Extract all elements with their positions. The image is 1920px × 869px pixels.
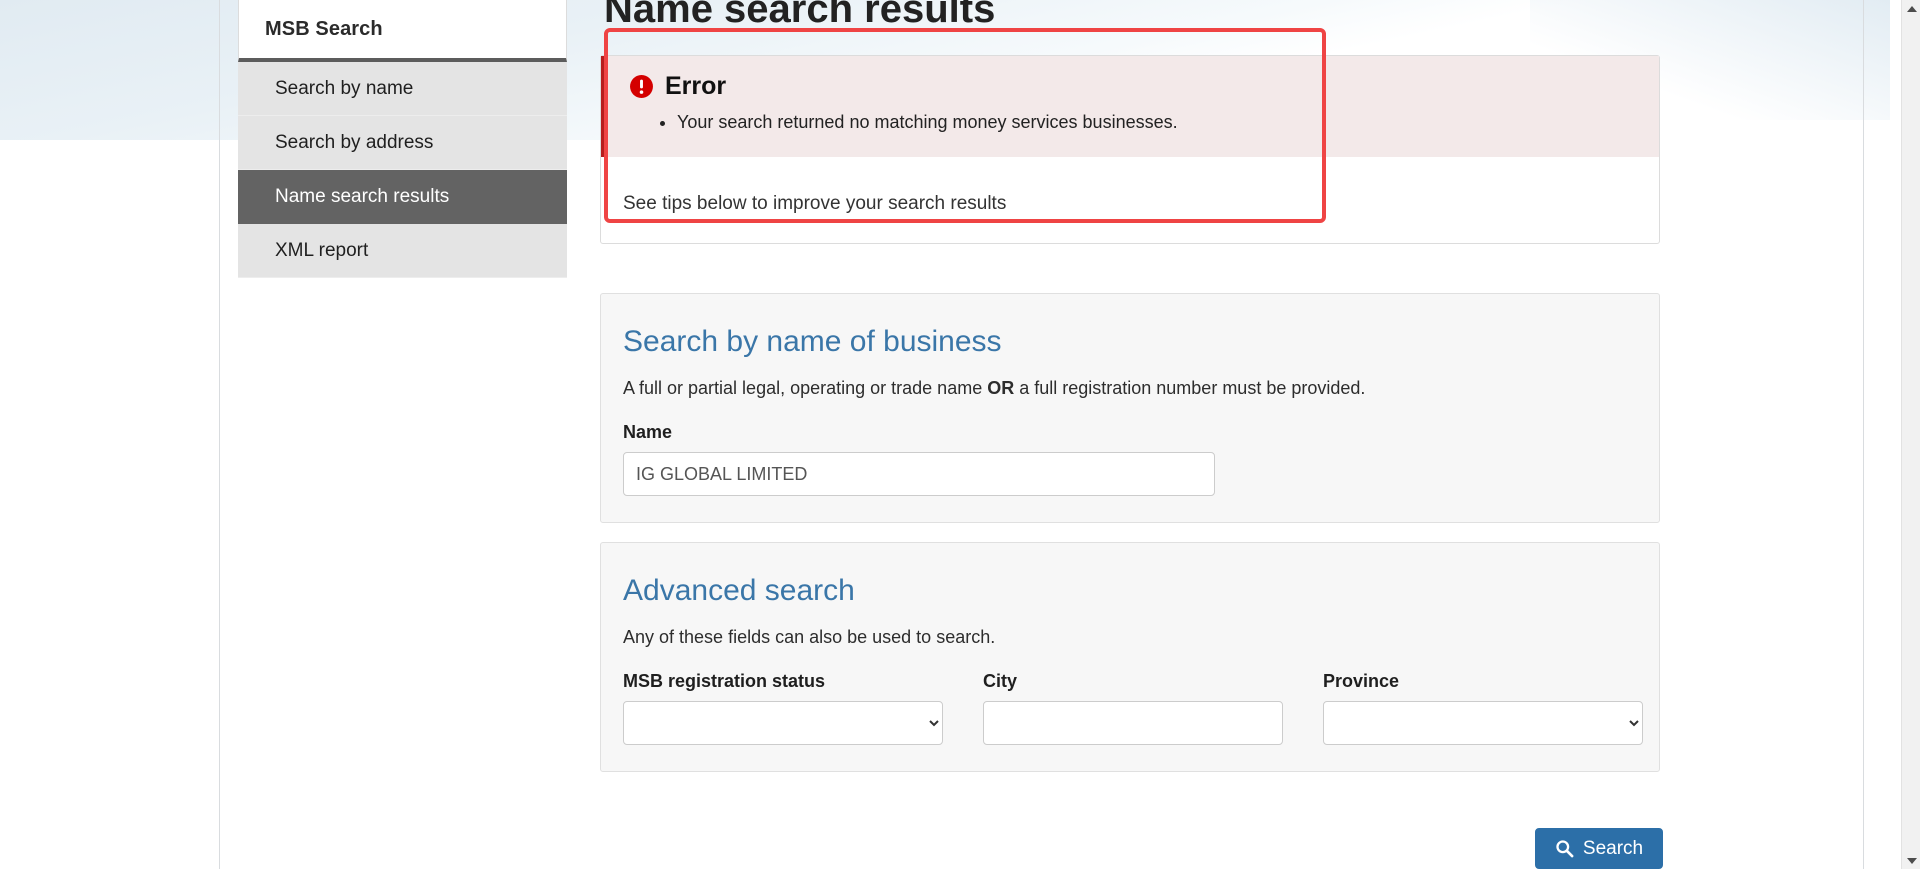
desc-or-emphasis: OR	[987, 378, 1015, 398]
name-field-label: Name	[623, 422, 673, 442]
desc-part-1: A full or partial legal, operating or tr…	[623, 378, 988, 398]
search-tips-text: See tips below to improve your search re…	[623, 193, 1007, 214]
error-alert: Error Your search returned no matching m…	[601, 56, 1659, 157]
sidebar-item-label: XML report	[275, 239, 369, 261]
city-group: City	[983, 671, 1283, 745]
vertical-scrollbar[interactable]	[1901, 0, 1920, 869]
search-magnifier-icon	[1556, 840, 1574, 858]
sidebar-item-label: Search by name	[275, 77, 414, 99]
msb-registration-status-group: MSB registration status	[623, 671, 943, 745]
sidebar-header-title: MSB Search	[265, 17, 383, 40]
search-by-name-description: A full or partial legal, operating or tr…	[623, 376, 1637, 400]
province-select[interactable]	[1323, 701, 1643, 745]
advanced-search-description: Any of these fields can also be used to …	[623, 627, 996, 647]
left-column-divider	[219, 0, 220, 869]
search-results-card: Error Your search returned no matching m…	[600, 55, 1660, 244]
page-root: MSB Search Search by name Search by addr…	[0, 0, 1920, 869]
scroll-down-arrow-icon[interactable]	[1902, 852, 1920, 869]
advanced-search-title: Advanced search	[623, 574, 855, 607]
sidebar-item-xml-report[interactable]: XML report	[238, 224, 567, 278]
desc-part-2: a full registration number must be provi…	[1014, 378, 1366, 398]
search-button[interactable]: Search	[1535, 828, 1663, 869]
sidebar-nav: MSB Search Search by name Search by addr…	[238, 0, 567, 278]
search-by-name-title: Search by name of business	[623, 325, 1002, 358]
error-message-list: Your search returned no matching money s…	[629, 109, 1637, 135]
sidebar-item-name-search-results[interactable]: Name search results	[238, 170, 567, 224]
search-by-name-panel: Search by name of business A full or par…	[600, 293, 1660, 523]
error-exclamation-icon	[630, 75, 653, 98]
sidebar-header: MSB Search	[238, 0, 567, 62]
advanced-search-panel: Advanced search Any of these fields can …	[600, 542, 1660, 772]
sidebar-item-search-by-address[interactable]: Search by address	[238, 116, 567, 170]
msb-registration-status-label: MSB registration status	[623, 671, 826, 691]
page-title: Name search results	[604, 0, 996, 31]
right-column-divider	[1863, 0, 1864, 869]
city-input[interactable]	[983, 701, 1283, 745]
scroll-up-arrow-icon[interactable]	[1902, 0, 1920, 17]
city-label: City	[983, 671, 1018, 691]
error-alert-heading: Error	[629, 72, 1637, 101]
name-input[interactable]	[623, 452, 1215, 496]
province-label: Province	[1323, 671, 1400, 691]
sidebar-item-search-by-name[interactable]: Search by name	[238, 62, 567, 116]
sidebar-item-label: Name search results	[275, 185, 450, 207]
error-alert-title-text: Error	[665, 72, 727, 100]
advanced-search-fields-row: MSB registration status City Province	[623, 671, 1643, 745]
province-group: Province	[1323, 671, 1643, 745]
search-button-label: Search	[1582, 837, 1644, 859]
sidebar-item-label: Search by address	[275, 131, 434, 153]
error-message-item: Your search returned no matching money s…	[677, 109, 1637, 135]
msb-registration-status-select[interactable]	[623, 701, 943, 745]
